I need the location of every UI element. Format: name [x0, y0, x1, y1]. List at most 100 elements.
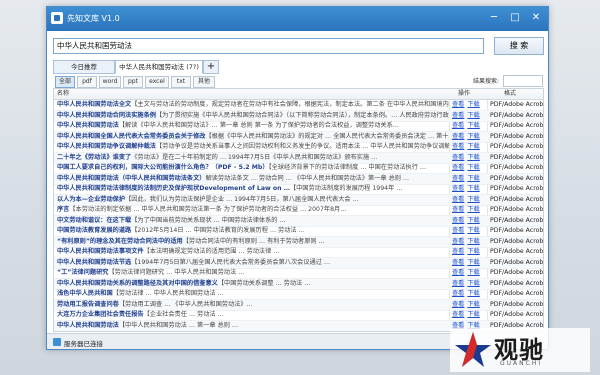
table-row[interactable]: 浅色中华人民共和国【劳动法律 … 中华人民共和国劳动法 … 查看 下载 PDF/Ado…	[54, 289, 543, 300]
view-link[interactable]: 查看	[452, 143, 464, 150]
row-title[interactable]: 中华人民共和国劳动法（中华人民共和国劳动法条文）	[57, 175, 206, 182]
view-link[interactable]: 查看	[452, 185, 464, 192]
table-row[interactable]: “工”法律问题研究【劳动法律问题研究 … 中华人民共和国劳动法 … 查看 下载 PDF…	[54, 268, 543, 279]
table-row[interactable]: “有利原则”的理念及其在劳动合同法中的适用【劳动合同法中的有利原则 … 有利于劳…	[54, 236, 543, 248]
download-link[interactable]: 下载	[467, 248, 479, 255]
search-button[interactable]: 搜 索	[494, 37, 544, 55]
download-link[interactable]: 下载	[467, 290, 479, 297]
row-title[interactable]: 序言	[57, 206, 69, 213]
table-row[interactable]: 中文劳动和谐议：在这下载【为了中国当前劳动关系现状 … 中国劳动法律体系的 … 查…	[54, 215, 543, 227]
download-link[interactable]: 下载	[467, 112, 479, 119]
row-title[interactable]: 劳动用工报告调查问卷	[57, 301, 119, 308]
row-title[interactable]: “有利原则”的理念及其在劳动合同法中的适用	[57, 238, 183, 245]
view-link[interactable]: 查看	[452, 133, 464, 140]
row-title[interactable]: 中国工人要求自己的权利，国际大公司能扮演什么角色？（PDF - 5.2 Mb）	[57, 164, 269, 171]
filter-excel[interactable]: excel	[145, 76, 169, 88]
view-link[interactable]: 查看	[452, 301, 464, 308]
view-link[interactable]: 查看	[452, 164, 464, 171]
table-row[interactable]: 中国劳动法教育发展的道路【2012年5月14日 … 中国劳动法教育的发展历程 ……	[54, 226, 543, 237]
table-row[interactable]: 劳动用工报告调查问卷【劳动用工调查 … 《中华人民共和国劳动法》… 查看 下载 PDF…	[54, 299, 543, 311]
table-row[interactable]: 中华人民共和国全国人民代表大会常务委员会关于修改【根据《中华人民共和国劳动法》的…	[54, 131, 543, 143]
download-link[interactable]: 下载	[467, 101, 479, 108]
table-row[interactable]: 中华人民共和国劳动法全文【主文与劳动法的劳动制度，规定劳动者在劳动中有社会保障，…	[54, 100, 543, 111]
download-link[interactable]: 下载	[467, 196, 479, 203]
download-link[interactable]: 下载	[467, 259, 479, 266]
download-link[interactable]: 下载	[467, 311, 479, 318]
row-title[interactable]: 中国劳动法教育发展的道路	[57, 227, 131, 234]
table-row[interactable]: 中华人民共和国劳动合同法实施条例【为了贯彻实施《中华人民共和国劳动合同法》（以下…	[54, 110, 543, 122]
download-link[interactable]: 下载	[467, 164, 479, 171]
table-row[interactable]: 中华人民共和国劳动法【解读《中华人民共和国劳动法》… 第一章 总则 第一条 为了…	[54, 121, 543, 132]
download-link[interactable]: 下载	[467, 217, 479, 224]
search-input[interactable]: 中华人民共和国劳动法	[53, 38, 484, 54]
add-tab-button[interactable]: +	[203, 60, 219, 74]
table-row[interactable]: 中华人民共和国劳动关系的调整路径及其对中国的借鉴意义【中国劳动关系调整 … 劳动…	[54, 278, 543, 290]
table-row[interactable]: 二十年之《劳动法》谁变了《劳动法》是在二十年前制定的 … 1994年7月5日《中…	[54, 152, 543, 164]
view-link[interactable]: 查看	[452, 238, 464, 245]
download-link[interactable]: 下载	[467, 143, 479, 150]
download-link[interactable]: 下载	[467, 269, 479, 276]
download-link[interactable]: 下载	[467, 227, 479, 234]
row-title[interactable]: 中华人民共和国劳动法全文	[57, 101, 131, 108]
table-row[interactable]: 中华人民共和国劳动法事项文件【本法明确规定劳动法的适用范围 … 劳动法律 … 查看…	[54, 247, 543, 258]
row-title[interactable]: 浅色中华人民共和国	[57, 290, 113, 297]
download-link[interactable]: 下载	[467, 301, 479, 308]
view-link[interactable]: 查看	[452, 290, 464, 297]
download-link[interactable]: 下载	[467, 238, 479, 245]
download-link[interactable]: 下载	[467, 280, 479, 287]
row-title[interactable]: 以人为本—企业劳动保护	[57, 196, 125, 203]
view-link[interactable]: 查看	[452, 227, 464, 234]
view-link[interactable]: 查看	[452, 122, 464, 129]
close-button[interactable]: ✕	[526, 10, 546, 25]
filter-ppt[interactable]: ppt	[123, 76, 143, 88]
row-title[interactable]: 中华人民共和国劳动关系的调整路径及其对中国的借鉴意义	[57, 280, 218, 287]
table-row[interactable]: 大连万力企业集团社会责任报告【企业社会责任 … 劳动法 … 查看 下载 PDF/Ado…	[54, 310, 543, 321]
result-filter-input[interactable]	[503, 75, 543, 87]
filter-txt[interactable]: txt	[171, 76, 191, 88]
row-title[interactable]: 中华人民共和国劳动法	[57, 322, 119, 329]
row-title[interactable]: 中华人民共和国劳动法节选	[57, 259, 131, 266]
view-link[interactable]: 查看	[452, 154, 464, 161]
view-link[interactable]: 查看	[452, 196, 464, 203]
view-link[interactable]: 查看	[452, 206, 464, 213]
tab-today[interactable]: 今日推荐	[53, 60, 115, 74]
row-title[interactable]: 中华人民共和国劳动法事项文件	[57, 248, 144, 255]
row-title[interactable]: 大连万力企业集团社会责任报告	[57, 311, 144, 318]
filter-other[interactable]: 其他	[193, 76, 215, 88]
table-row[interactable]: 以人为本—企业劳动保护【因此，我们认为劳动法保护是企业 … 1994年7月5日，…	[54, 194, 543, 206]
view-link[interactable]: 查看	[452, 175, 464, 182]
download-link[interactable]: 下载	[467, 185, 479, 192]
view-link[interactable]: 查看	[452, 101, 464, 108]
row-title[interactable]: 中华人民共和国劳动法	[57, 122, 119, 129]
view-link[interactable]: 查看	[452, 280, 464, 287]
table-row[interactable]: 序言【本劳动法的制定依据 … 中华人民共和国劳动法第一条 为了保护劳动者的合法权…	[54, 205, 543, 216]
table-row[interactable]: 中华人民共和国劳动争议调解仲裁法【劳动争议是劳动关系当事人之间因劳动权利和义务发…	[54, 142, 543, 153]
minimize-button[interactable]: ─	[484, 10, 504, 25]
download-link[interactable]: 下载	[467, 122, 479, 129]
download-link[interactable]: 下载	[467, 206, 479, 213]
view-link[interactable]: 查看	[452, 248, 464, 255]
row-title[interactable]: 中华人民共和国劳动法律制度的法制历史及保护现状Development of La…	[57, 185, 290, 192]
view-link[interactable]: 查看	[452, 112, 464, 119]
row-title[interactable]: 中华人民共和国劳动争议调解仲裁法	[57, 143, 156, 150]
view-link[interactable]: 查看	[452, 269, 464, 276]
table-row[interactable]: 中华人民共和国劳动法律制度的法制历史及保护现状Development of La…	[54, 184, 543, 195]
filter-word[interactable]: word	[99, 76, 121, 88]
download-link[interactable]: 下载	[467, 154, 479, 161]
table-row[interactable]: 中华人民共和国劳动法（中华人民共和国劳动法条文）解读劳动法条文 … 劳动合同 ……	[54, 173, 543, 185]
view-link[interactable]: 查看	[452, 311, 464, 318]
row-title[interactable]: 中华人民共和国劳动合同法实施条例	[57, 112, 156, 119]
tab-search-result[interactable]: 中华人民共和国劳动法 (7?)	[115, 60, 203, 74]
table-row[interactable]: 中华人民共和国劳动法节选【1994年7月5日第八届全国人民代表大会常务委员会第八…	[54, 257, 543, 269]
filter-pdf[interactable]: pdf	[77, 76, 97, 88]
maximize-button[interactable]: □	[505, 10, 525, 25]
row-title[interactable]: “工”法律问题研究	[57, 269, 108, 276]
view-link[interactable]: 查看	[452, 259, 464, 266]
download-link[interactable]: 下载	[467, 175, 479, 182]
row-title[interactable]: 二十年之《劳动法》谁变了	[57, 154, 131, 161]
view-link[interactable]: 查看	[452, 217, 464, 224]
filter-all[interactable]: 全部	[55, 76, 75, 88]
download-link[interactable]: 下载	[467, 133, 479, 140]
row-title[interactable]: 中华人民共和国全国人民代表大会常务委员会关于修改	[57, 133, 206, 140]
row-title[interactable]: 中文劳动和谐议：在这下载	[57, 217, 131, 224]
